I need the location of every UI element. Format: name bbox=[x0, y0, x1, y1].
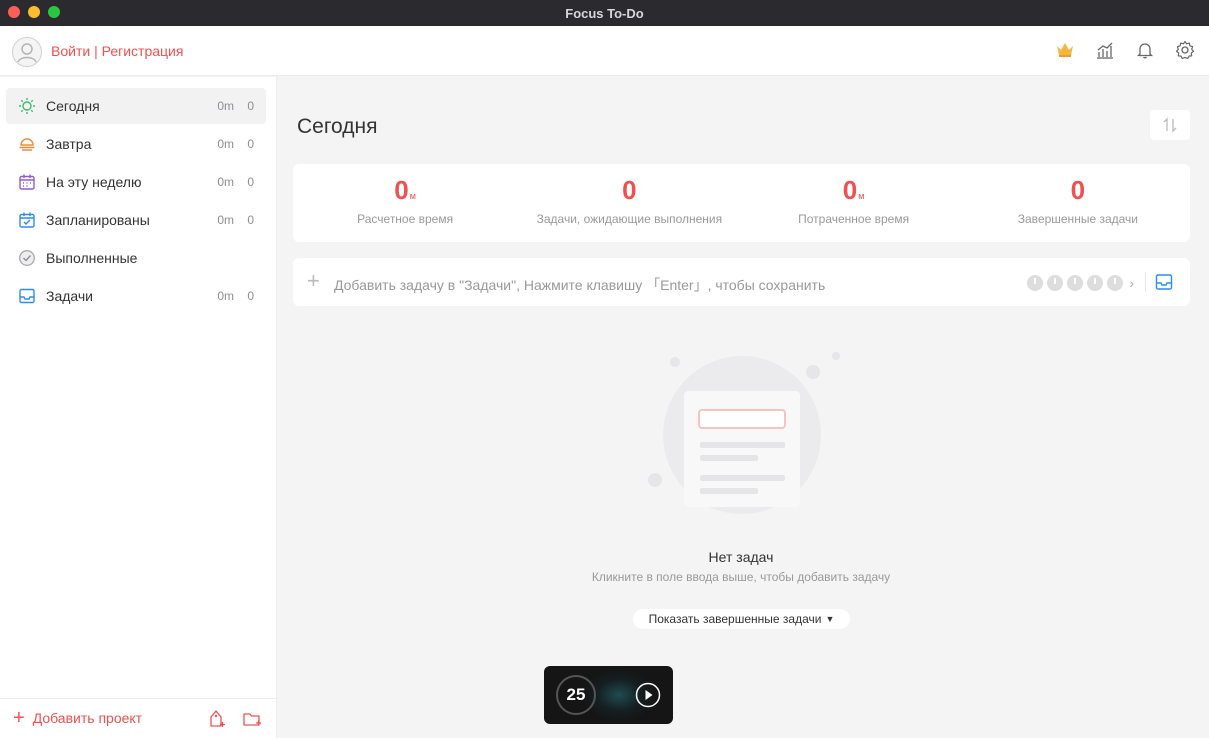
sidebar-item-label: Выполненные bbox=[46, 250, 138, 266]
sun-icon bbox=[19, 98, 35, 114]
sidebar-item-count: 0 bbox=[247, 137, 254, 151]
sidebar-item-time: 0m bbox=[217, 289, 234, 303]
pomodoro-timer-widget[interactable]: 25 bbox=[544, 666, 673, 724]
show-completed-tasks-button[interactable]: Показать завершенные задачи ▼ bbox=[633, 609, 850, 629]
add-project-label: Добавить проект bbox=[32, 710, 143, 726]
caret-down-icon: ▼ bbox=[825, 614, 835, 624]
title-bar: Focus To-Do bbox=[0, 0, 1209, 26]
sidebar-item-completed[interactable]: Выполненные bbox=[6, 240, 266, 276]
pomodoro-icon[interactable] bbox=[1067, 275, 1084, 291]
stat-value: 0 bbox=[622, 175, 637, 205]
calendar-check-icon bbox=[19, 212, 35, 228]
add-tag-icon[interactable] bbox=[206, 709, 226, 729]
sidebar-item-this-week[interactable]: На эту неделю 0m 0 bbox=[6, 164, 266, 200]
sidebar: Сегодня 0m 0 Завтра 0m 0 На эту неделю 0… bbox=[0, 77, 277, 738]
add-task-input[interactable]: + Добавить задачу в "Задачи", Нажмите кл… bbox=[293, 258, 1190, 306]
sidebar-footer: + Добавить проект bbox=[0, 698, 276, 738]
sunrise-icon bbox=[19, 138, 35, 151]
sidebar-item-count: 0 bbox=[247, 213, 254, 227]
stat-value: 0 bbox=[394, 175, 409, 205]
zoom-window-button[interactable] bbox=[48, 6, 60, 18]
plus-icon: + bbox=[13, 707, 25, 729]
stat-estimated-time: 0м Расчетное время bbox=[293, 164, 517, 242]
pomodoro-icon[interactable] bbox=[1027, 275, 1044, 291]
window-title: Focus To-Do bbox=[565, 5, 644, 21]
crown-icon[interactable] bbox=[1055, 40, 1075, 60]
add-project-button[interactable]: + Добавить проект bbox=[13, 707, 143, 729]
empty-state-title: Нет задач bbox=[708, 549, 774, 565]
gear-icon[interactable] bbox=[1175, 40, 1195, 60]
bell-icon[interactable] bbox=[1135, 40, 1155, 60]
sidebar-item-label: На эту неделю bbox=[46, 174, 142, 190]
calendar-week-icon bbox=[19, 174, 35, 190]
stat-label: Расчетное время bbox=[357, 212, 454, 226]
chevron-right-icon[interactable]: › bbox=[1129, 275, 1134, 291]
user-icon bbox=[12, 37, 42, 67]
empty-list-illustration bbox=[648, 352, 840, 514]
header-toolbar bbox=[1055, 40, 1195, 60]
login-register-link[interactable]: Войти | Регистрация bbox=[51, 43, 183, 59]
inbox-icon bbox=[19, 288, 35, 304]
app-header: Войти | Регистрация bbox=[0, 26, 1209, 76]
main-panel: Сегодня 0м Расчетное время 0 Задачи, ожи… bbox=[278, 77, 1209, 738]
statistics-icon[interactable] bbox=[1095, 40, 1115, 60]
sidebar-item-today[interactable]: Сегодня 0m 0 bbox=[6, 88, 266, 124]
add-task-placeholder: Добавить задачу в "Задачи", Нажмите клав… bbox=[334, 277, 826, 293]
plus-icon: + bbox=[307, 268, 320, 293]
stats-panel: 0м Расчетное время 0 Задачи, ожидающие в… bbox=[293, 164, 1190, 242]
sort-button[interactable] bbox=[1150, 110, 1190, 140]
sidebar-item-tasks[interactable]: Задачи 0m 0 bbox=[6, 278, 266, 314]
add-folder-icon[interactable] bbox=[242, 709, 262, 729]
pomodoro-icon[interactable] bbox=[1087, 275, 1104, 291]
stat-label: Завершенные задачи bbox=[1017, 212, 1138, 226]
sidebar-item-time: 0m bbox=[217, 99, 234, 113]
page-title: Сегодня bbox=[297, 115, 378, 138]
sidebar-item-count: 0 bbox=[247, 175, 254, 189]
sidebar-item-count: 0 bbox=[247, 289, 254, 303]
sidebar-item-time: 0m bbox=[217, 175, 234, 189]
timer-minutes: 25 bbox=[566, 685, 586, 704]
close-window-button[interactable] bbox=[8, 6, 20, 18]
stat-value: 0 bbox=[1070, 175, 1086, 205]
sidebar-item-count: 0 bbox=[247, 99, 254, 113]
inbox-icon[interactable] bbox=[1154, 272, 1174, 292]
stat-completed-tasks: 0 Завершенные задачи bbox=[966, 164, 1190, 242]
pomodoro-icon[interactable] bbox=[1107, 275, 1124, 291]
stat-label: Задачи, ожидающие выполнения bbox=[536, 212, 723, 226]
sidebar-footer-actions bbox=[206, 709, 262, 729]
sidebar-item-label: Задачи bbox=[46, 288, 94, 304]
sidebar-item-label: Сегодня bbox=[46, 98, 100, 114]
sidebar-item-tomorrow[interactable]: Завтра 0m 0 bbox=[6, 126, 266, 162]
play-icon[interactable] bbox=[635, 682, 661, 708]
sort-icon bbox=[1163, 117, 1177, 133]
sidebar-item-label: Завтра bbox=[46, 136, 92, 152]
sidebar-item-time: 0m bbox=[217, 137, 234, 151]
divider bbox=[1145, 272, 1146, 292]
empty-state-subtitle: Кликните в поле ввода выше, чтобы добави… bbox=[591, 570, 891, 584]
stat-unit: м bbox=[858, 191, 865, 201]
stat-spent-time: 0м Потраченное время bbox=[742, 164, 966, 242]
check-circle-icon bbox=[19, 250, 35, 266]
sidebar-list: Сегодня 0m 0 Завтра 0m 0 На эту неделю 0… bbox=[6, 88, 266, 316]
avatar[interactable] bbox=[12, 37, 42, 67]
sidebar-item-label: Запланированы bbox=[46, 212, 150, 228]
stat-label: Потраченное время bbox=[798, 212, 910, 226]
sidebar-item-planned[interactable]: Запланированы 0m 0 bbox=[6, 202, 266, 238]
stat-pending-tasks: 0 Задачи, ожидающие выполнения bbox=[517, 164, 741, 242]
stat-unit: м bbox=[409, 191, 416, 201]
minimize-window-button[interactable] bbox=[28, 6, 40, 18]
window-controls bbox=[8, 6, 60, 18]
sidebar-item-time: 0m bbox=[217, 213, 234, 227]
pomodoro-icon[interactable] bbox=[1047, 275, 1064, 291]
pomodoro-estimate: › bbox=[1027, 275, 1134, 291]
stat-value: 0 bbox=[842, 175, 858, 205]
show-completed-label: Показать завершенные задачи bbox=[648, 612, 822, 626]
